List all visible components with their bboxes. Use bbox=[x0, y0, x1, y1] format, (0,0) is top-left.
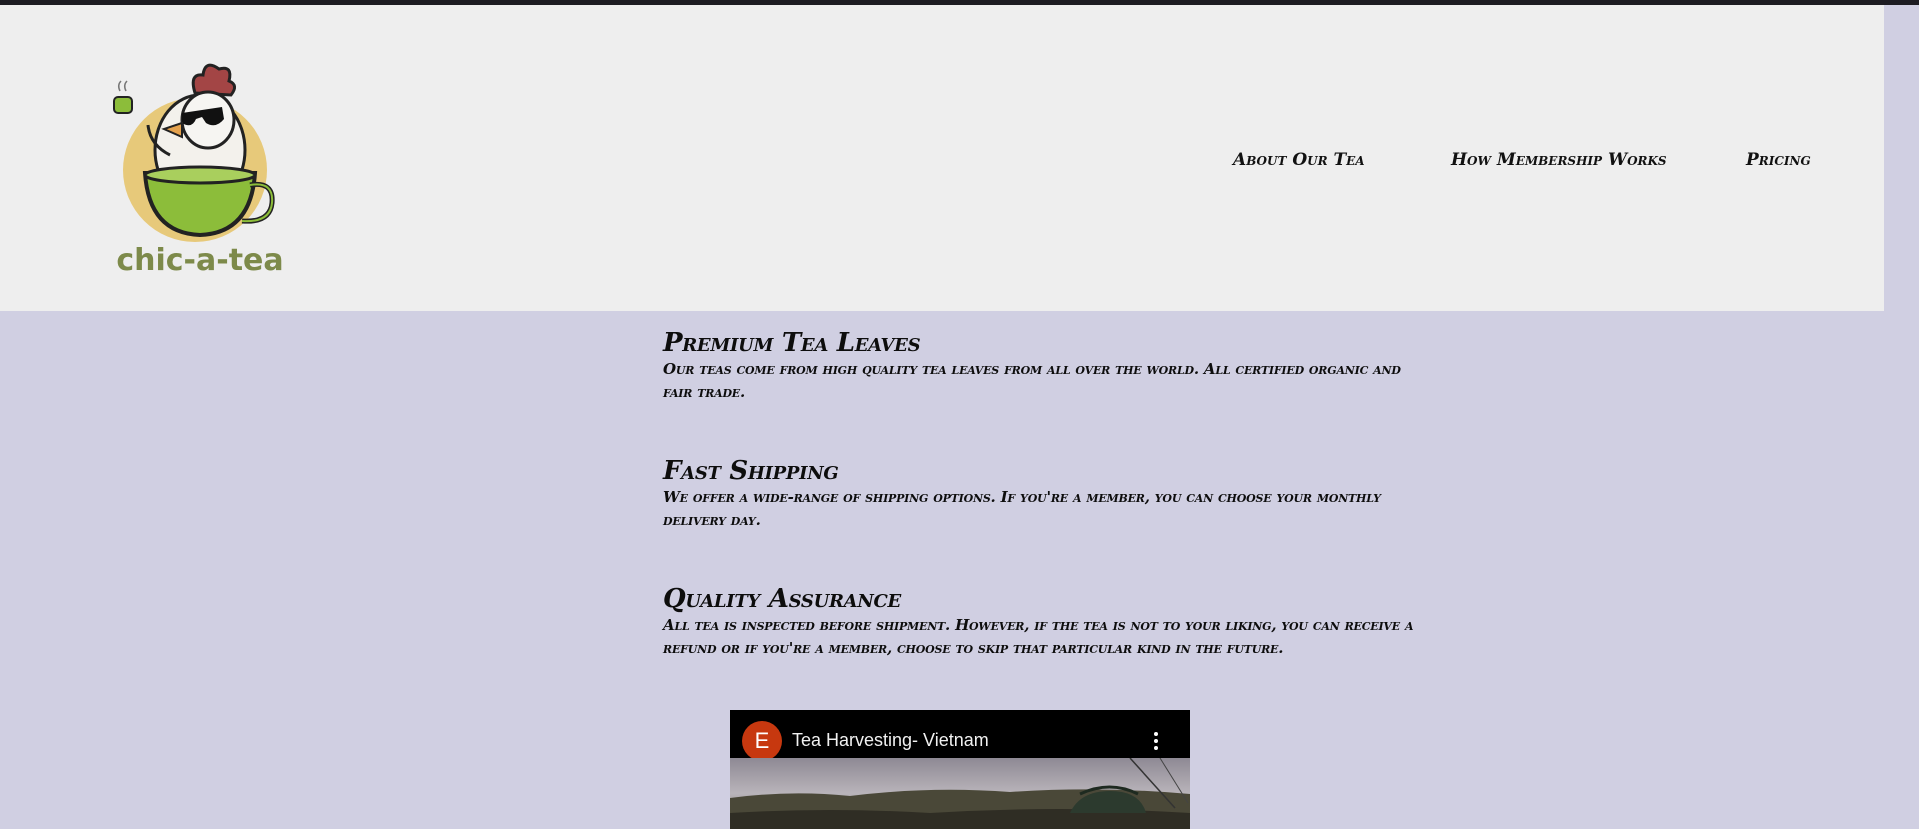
feature-title: Fast Shipping bbox=[663, 456, 839, 486]
svg-text:chic-a-tea: chic-a-tea bbox=[116, 243, 283, 275]
video-title[interactable]: Tea Harvesting- Vietnam bbox=[792, 730, 989, 751]
main-navigation: About Our Tea How Membership Works Prici… bbox=[0, 150, 1884, 180]
embedded-video-player[interactable]: E Tea Harvesting- Vietnam bbox=[730, 710, 1190, 829]
nav-link-how-membership-works[interactable]: How Membership Works bbox=[1451, 150, 1667, 170]
nav-link-pricing[interactable]: Pricing bbox=[1746, 150, 1811, 170]
kebab-menu-icon[interactable] bbox=[1154, 732, 1160, 752]
feature-premium-tea-leaves: Premium Tea Leaves Our teas come from hi… bbox=[663, 328, 1433, 404]
feature-description: Our teas come from high quality tea leav… bbox=[663, 360, 1401, 401]
video-thumbnail bbox=[730, 758, 1190, 829]
video-title-bar: E Tea Harvesting- Vietnam bbox=[730, 710, 1190, 761]
feature-fast-shipping: Fast Shipping We offer a wide-range of s… bbox=[663, 456, 1433, 532]
feature-quality-assurance: Quality Assurance All tea is inspected b… bbox=[663, 584, 1433, 660]
features-section: Premium Tea Leaves Our teas come from hi… bbox=[663, 328, 1433, 712]
site-header: chic-a-tea About Our Tea How Membership … bbox=[0, 5, 1884, 311]
feature-title: Quality Assurance bbox=[663, 584, 901, 614]
nav-link-about-our-tea[interactable]: About Our Tea bbox=[1233, 150, 1365, 170]
feature-title: Premium Tea Leaves bbox=[663, 328, 921, 358]
feature-description: We offer a wide-range of shipping option… bbox=[663, 488, 1381, 529]
channel-avatar[interactable]: E bbox=[742, 721, 782, 761]
feature-description: All tea is inspected before shipment. Ho… bbox=[663, 616, 1414, 657]
